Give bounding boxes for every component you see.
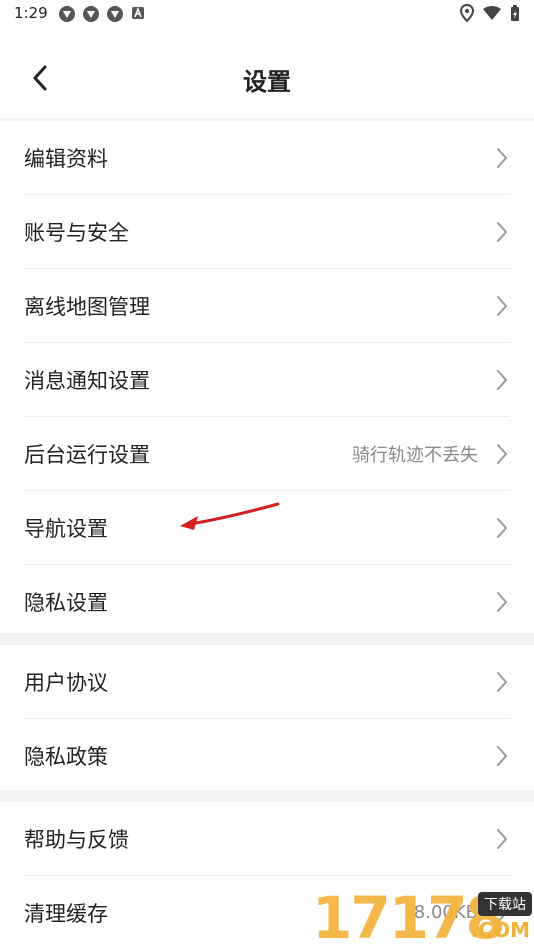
row-label: 编辑资料 — [24, 146, 108, 171]
row-label: 账号与安全 — [24, 220, 129, 245]
watermark-logo: 17178 下载站 .COM — [306, 884, 534, 952]
notification-icons — [58, 5, 146, 23]
location-icon — [460, 4, 474, 22]
privacy-settings-row[interactable]: 隐私设置 — [0, 565, 534, 638]
a-icon — [132, 6, 144, 19]
page-title: 设置 — [243, 68, 291, 96]
status-time: 1:29 — [14, 4, 48, 22]
row-label: 后台运行设置 — [24, 442, 150, 467]
chevron-right-icon — [494, 516, 510, 540]
app-icon — [107, 6, 123, 22]
chevron-right-icon — [494, 442, 510, 466]
watermark-badge: 下载站 — [478, 892, 532, 916]
battery-icon — [511, 5, 519, 21]
row-value: 骑行轨迹不丢失 — [352, 444, 478, 466]
watermark-domain: .COM — [470, 918, 530, 942]
system-icons — [460, 4, 520, 22]
section-gap — [0, 790, 534, 802]
app-icon — [83, 6, 99, 22]
row-label: 帮助与反馈 — [24, 827, 129, 852]
row-label: 隐私政策 — [24, 744, 108, 769]
row-label: 用户协议 — [24, 670, 108, 695]
privacy-policy-row[interactable]: 隐私政策 — [0, 719, 534, 792]
app-icon — [59, 6, 75, 22]
section-gap — [0, 633, 534, 645]
chevron-right-icon — [494, 220, 510, 244]
user-agreement-row[interactable]: 用户协议 — [0, 645, 534, 718]
settings-group-account: 编辑资料 账号与安全 离线地图管理 消息通知设置 后台运行设置 骑行轨迹不丢失 … — [0, 121, 534, 638]
chevron-right-icon — [494, 670, 510, 694]
help-feedback-row[interactable]: 帮助与反馈 — [0, 802, 534, 875]
title-bar: 设置 — [0, 36, 534, 120]
chevron-right-icon — [494, 827, 510, 851]
chevron-right-icon — [494, 368, 510, 392]
chevron-right-icon — [494, 294, 510, 318]
wifi-icon — [483, 6, 501, 20]
row-label: 隐私设置 — [24, 590, 108, 615]
status-bar: 1:29 — [0, 0, 534, 30]
annotation-arrow-icon — [180, 502, 280, 530]
background-run-row[interactable]: 后台运行设置 骑行轨迹不丢失 — [0, 417, 534, 490]
account-security-row[interactable]: 账号与安全 — [0, 195, 534, 268]
settings-group-legal: 用户协议 隐私政策 — [0, 645, 534, 792]
chevron-right-icon — [494, 590, 510, 614]
offline-map-row[interactable]: 离线地图管理 — [0, 269, 534, 342]
chevron-right-icon — [494, 744, 510, 768]
chevron-right-icon — [494, 146, 510, 170]
row-label: 消息通知设置 — [24, 368, 150, 393]
notification-settings-row[interactable]: 消息通知设置 — [0, 343, 534, 416]
edit-profile-row[interactable]: 编辑资料 — [0, 121, 534, 194]
row-label: 离线地图管理 — [24, 294, 150, 319]
